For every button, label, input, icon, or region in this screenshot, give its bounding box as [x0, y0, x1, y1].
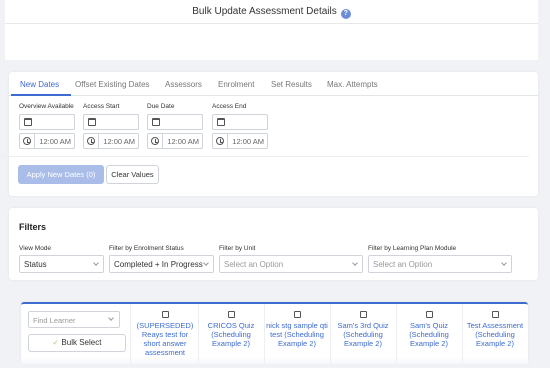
time-value: 12:00 AM: [39, 137, 71, 146]
assessment-column-title[interactable]: CRICOS Quiz (Scheduling Example 2): [199, 321, 263, 348]
chevron-down-icon: [108, 315, 114, 321]
enrolment-status-value: Completed + In Progress: [114, 260, 203, 269]
filters-title: Filters: [19, 222, 47, 232]
date-input[interactable]: [83, 114, 139, 130]
column-select-checkbox[interactable]: [359, 311, 367, 318]
time-input[interactable]: 12:00 AM: [83, 133, 139, 149]
learning-plan-module-label: Filter by Learning Plan Module: [368, 245, 457, 252]
assessment-column: Sam's Quiz (Scheduling Example 2): [397, 311, 461, 348]
find-learner-placeholder: Find Learner: [33, 316, 76, 325]
date-field-label: Access End: [212, 103, 247, 110]
tab-assessors[interactable]: Assessors: [165, 80, 202, 89]
enrolment-status-select[interactable]: Completed + In Progress: [109, 255, 214, 273]
date-field-label: Access Start: [83, 103, 120, 110]
tab-offset-existing-dates[interactable]: Offset Existing Dates: [75, 80, 150, 89]
assessment-column-title[interactable]: (SUPERSEDED) Reays test for short answer…: [133, 321, 197, 357]
chevron-down-icon: [203, 260, 209, 266]
calendar-icon: [217, 118, 225, 126]
assessment-column: (SUPERSEDED) Reays test for short answer…: [133, 311, 197, 357]
clock-icon: [216, 137, 224, 145]
assessment-column: Sam's 3rd Quiz (Scheduling Example 2): [331, 311, 395, 348]
date-field-overview-available: Overview Available 12:00 AM: [19, 103, 75, 149]
divider: [0, 156, 529, 157]
clock-icon: [23, 137, 31, 145]
unit-filter-label: Filter by Unit: [219, 245, 256, 252]
column-select-checkbox[interactable]: [425, 311, 433, 318]
date-input[interactable]: [212, 114, 268, 130]
time-divider: [227, 134, 228, 148]
tab-new-dates[interactable]: New Dates: [20, 80, 59, 89]
clock-icon: [87, 137, 95, 145]
bulk-select-label: Bulk Select: [61, 338, 102, 347]
tab-set-results[interactable]: Set Results: [271, 80, 312, 89]
page-title: Bulk Update Assessment Details: [192, 6, 337, 17]
tab-enrolment[interactable]: Enrolment: [218, 80, 254, 89]
chevron-down-icon: [352, 260, 358, 266]
date-field-due-date: Due Date 12:00 AM: [147, 103, 203, 149]
calendar-icon: [88, 118, 96, 126]
column-select-checkbox[interactable]: [227, 311, 235, 318]
find-learner-select[interactable]: Find Learner: [28, 311, 120, 328]
time-value: 12:00 AM: [103, 137, 135, 146]
time-input[interactable]: 12:00 AM: [147, 133, 203, 149]
date-input[interactable]: [147, 114, 203, 130]
check-icon: ✔: [52, 340, 59, 347]
date-field-access-start: Access Start 12:00 AM: [83, 103, 139, 149]
column-select-checkbox[interactable]: [491, 311, 499, 318]
view-mode-select[interactable]: Status: [19, 255, 104, 273]
calendar-icon: [152, 118, 160, 126]
time-divider: [162, 134, 163, 148]
dialog-header: Bulk Update Assessment Details?: [5, 0, 538, 24]
help-icon[interactable]: ?: [340, 9, 351, 19]
tab-max-attempts[interactable]: Max. Attempts: [327, 80, 378, 89]
time-input[interactable]: 12:00 AM: [19, 133, 75, 149]
calendar-icon: [24, 118, 32, 126]
view-mode-value: Status: [24, 260, 47, 269]
assessment-column-title[interactable]: nick stg sample qti test (Scheduling Exa…: [265, 321, 329, 348]
time-divider: [98, 134, 99, 148]
clear-values-button[interactable]: Clear Values: [106, 165, 159, 184]
learning-plan-module-placeholder: Select an Option: [373, 260, 433, 269]
column-divider: [130, 304, 131, 364]
enrolment-status-label: Filter by Enrolment Status: [109, 245, 184, 252]
time-divider: [34, 134, 35, 148]
chevron-down-icon: [501, 260, 507, 266]
tab-bar: New Dates Offset Existing Dates Assessor…: [9, 72, 538, 96]
date-input[interactable]: [19, 114, 75, 130]
header-spacer: [5, 24, 538, 60]
learning-plan-module-select[interactable]: Select an Option: [368, 255, 512, 273]
clock-icon: [151, 137, 159, 145]
unit-filter-select[interactable]: Select an Option: [219, 255, 363, 273]
date-field-label: Overview Available: [19, 103, 74, 110]
assessment-column: nick stg sample qti test (Scheduling Exa…: [265, 311, 329, 348]
assessment-column-title[interactable]: Sam's Quiz (Scheduling Example 2): [397, 321, 461, 348]
assessment-column-title[interactable]: Sam's 3rd Quiz (Scheduling Example 2): [331, 321, 395, 348]
view-mode-label: View Mode: [19, 245, 52, 252]
apply-new-dates-button[interactable]: Apply New Dates (0): [18, 165, 104, 184]
assessment-column-title[interactable]: Test Assessment (Scheduling Example 2): [463, 321, 527, 348]
column-select-checkbox[interactable]: [293, 311, 301, 318]
time-input[interactable]: 12:00 AM: [212, 133, 268, 149]
column-select-checkbox[interactable]: [161, 311, 169, 318]
unit-filter-placeholder: Select an Option: [224, 260, 284, 269]
bulk-select-button[interactable]: ✔ Bulk Select: [28, 334, 126, 352]
time-value: 12:00 AM: [167, 137, 199, 146]
assessment-column: CRICOS Quiz (Scheduling Example 2): [199, 311, 263, 348]
chevron-down-icon: [93, 260, 99, 266]
time-value: 12:00 AM: [232, 137, 264, 146]
active-tab-indicator: [11, 94, 71, 96]
assessment-column: Test Assessment (Scheduling Example 2): [463, 311, 527, 348]
date-field-label: Due Date: [147, 103, 175, 110]
date-field-access-end: Access End 12:00 AM: [212, 103, 268, 149]
bottom-fade: [0, 357, 550, 368]
